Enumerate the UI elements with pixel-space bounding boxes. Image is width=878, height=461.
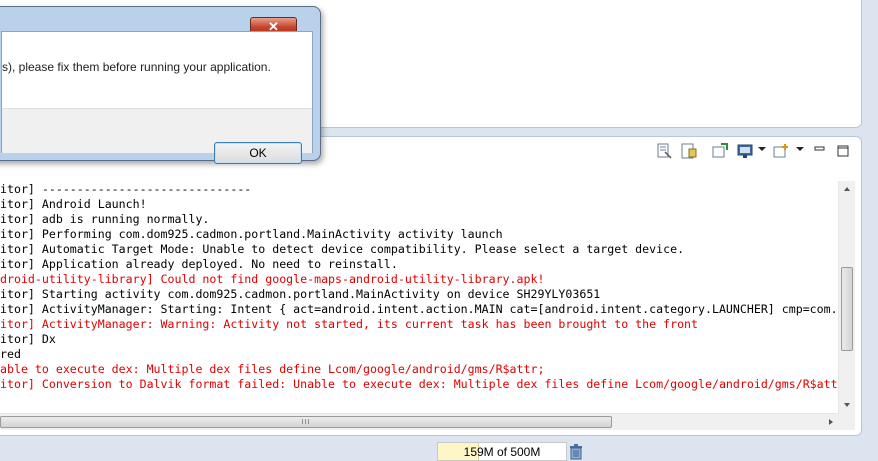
console-line-text: itor] Performing com.dom925.cadmon.portl…: [0, 227, 503, 241]
console-line-text: itor] Automatic Target Mode: Unable to d…: [0, 242, 685, 256]
console-line-text: itor] Conversion to Dalvik format failed…: [0, 377, 838, 391]
console-line: itor] ------------------------------: [0, 182, 838, 197]
scroll-down-arrow[interactable]: [844, 403, 850, 407]
console-line: itor] adb is running normally.: [0, 212, 838, 227]
trash-icon[interactable]: [569, 444, 583, 460]
console-line-text: itor] Application already deployed. No n…: [0, 257, 398, 271]
dialog-footer: OK: [2, 108, 312, 164]
console-line: itor] Starting activity com.dom925.cadmo…: [0, 287, 838, 302]
heap-status[interactable]: 159M of 500M: [437, 442, 567, 461]
pin-console-icon[interactable]: [712, 143, 728, 159]
console-line-text: red: [0, 347, 21, 361]
heap-status-label: 159M of 500M: [463, 445, 541, 459]
open-console-dropdown-arrow[interactable]: [796, 147, 804, 151]
console-line: droid-utility-library] Could not find go…: [0, 272, 838, 287]
console-line: itor] ActivityManager: Warning: Activity…: [0, 317, 838, 332]
console-line: itor] Dx: [0, 332, 838, 347]
console-line: itor] ActivityManager: Starting: Intent …: [0, 302, 838, 317]
console-line: itor] Automatic Target Mode: Unable to d…: [0, 242, 838, 257]
console-line-text: itor] ------------------------------: [0, 182, 252, 196]
console-line-text: itor] ActivityManager: Warning: Activity…: [0, 317, 699, 331]
console-line-text: itor] Dx: [0, 332, 56, 346]
scroll-right-arrow[interactable]: [829, 419, 833, 425]
minimize-icon[interactable]: [812, 143, 828, 159]
console-line: itor] Android Launch!: [0, 197, 838, 212]
scrollbar-corner: [838, 413, 855, 430]
console-vertical-scrollbar[interactable]: [838, 181, 855, 413]
horizontal-scroll-thumb[interactable]: III: [0, 416, 612, 428]
console-line-text: itor] Android Launch!: [0, 197, 147, 211]
display-console-dropdown-arrow[interactable]: [758, 147, 766, 151]
console-line: red: [0, 347, 838, 362]
console-output[interactable]: itor] ------------------------------ itor…: [0, 181, 838, 413]
console-panel: itor] ------------------------------ itor…: [0, 136, 862, 436]
display-console-icon[interactable]: [737, 143, 753, 159]
console-line: itor] Application already deployed. No n…: [0, 257, 838, 272]
clear-console-icon[interactable]: [656, 143, 672, 159]
maximize-icon[interactable]: [835, 143, 851, 159]
scroll-lock-icon[interactable]: [681, 143, 697, 159]
console-line: itor] Conversion to Dalvik format failed…: [0, 377, 838, 392]
console-line-text: itor] Starting activity com.dom925.cadmo…: [0, 287, 601, 301]
console-line-text: able to execute dex: Multiple dex files …: [0, 362, 545, 376]
open-console-icon[interactable]: [773, 143, 789, 159]
ok-button[interactable]: OK: [214, 142, 302, 164]
dialog-message: s), please fix them before running your …: [2, 60, 271, 74]
scroll-up-arrow[interactable]: [844, 187, 850, 191]
scroll-thumb[interactable]: [841, 267, 853, 351]
console-line-text: droid-utility-library] Could not find go…: [0, 272, 545, 286]
dialog-body: s), please fix them before running your …: [1, 31, 313, 164]
console-horizontal-scrollbar[interactable]: III: [0, 413, 838, 430]
console-line: able to execute dex: Multiple dex files …: [0, 362, 838, 377]
console-line-text: itor] adb is running normally.: [0, 212, 210, 226]
console-line: itor] Performing com.dom925.cadmon.portl…: [0, 227, 838, 242]
error-dialog: ✕ s), please fix them before running you…: [0, 6, 321, 164]
console-line-text: itor] ActivityManager: Starting: Intent …: [0, 302, 838, 316]
